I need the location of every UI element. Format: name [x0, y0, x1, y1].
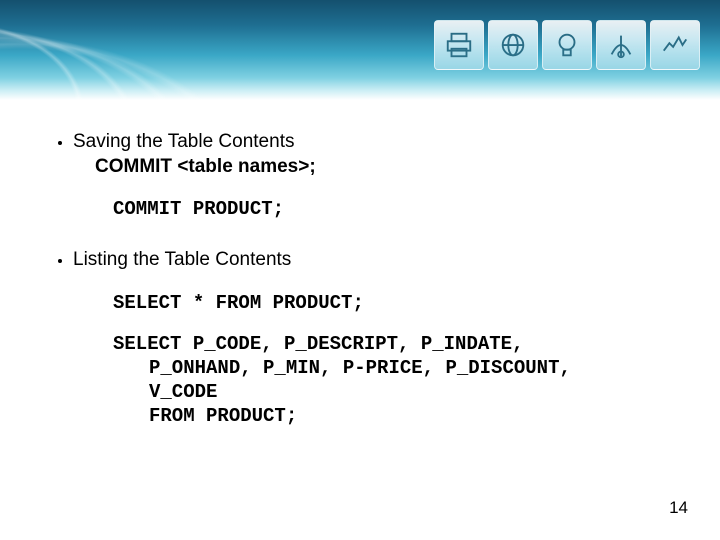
item1-syntax: COMMIT <table names>; — [73, 155, 665, 180]
slide: Saving the Table Contents COMMIT <table … — [0, 0, 720, 540]
bullet-item-1: Saving the Table Contents COMMIT <table … — [73, 130, 665, 222]
item2-example1: SELECT * FROM PRODUCT; — [73, 291, 665, 316]
item2-title: Listing the Table Contents — [73, 249, 291, 270]
item2-example2: SELECT P_CODE, P_DESCRIPT, P_INDATE, P_O… — [73, 333, 665, 428]
satellite-icon — [596, 20, 646, 70]
printer-icon — [434, 20, 484, 70]
bulb-icon — [542, 20, 592, 70]
chart-icon — [650, 20, 700, 70]
ex2-line4: FROM PRODUCT; — [113, 405, 665, 429]
ex2-line1: SELECT P_CODE, P_DESCRIPT, P_INDATE, — [113, 333, 523, 355]
bullet-list: Saving the Table Contents COMMIT <table … — [55, 130, 665, 428]
bullet-item-2: Listing the Table Contents SELECT * FROM… — [73, 248, 665, 428]
slide-header — [0, 0, 720, 100]
globe-icon — [488, 20, 538, 70]
header-icons-row — [434, 20, 700, 70]
item1-title: Saving the Table Contents — [73, 131, 294, 152]
item1-example: COMMIT PRODUCT; — [73, 197, 665, 222]
ex2-line2: P_ONHAND, P_MIN, P-PRICE, P_DISCOUNT, — [113, 357, 665, 381]
page-number: 14 — [669, 498, 688, 518]
ex2-line3: V_CODE — [113, 381, 665, 405]
slide-content: Saving the Table Contents COMMIT <table … — [0, 100, 720, 428]
